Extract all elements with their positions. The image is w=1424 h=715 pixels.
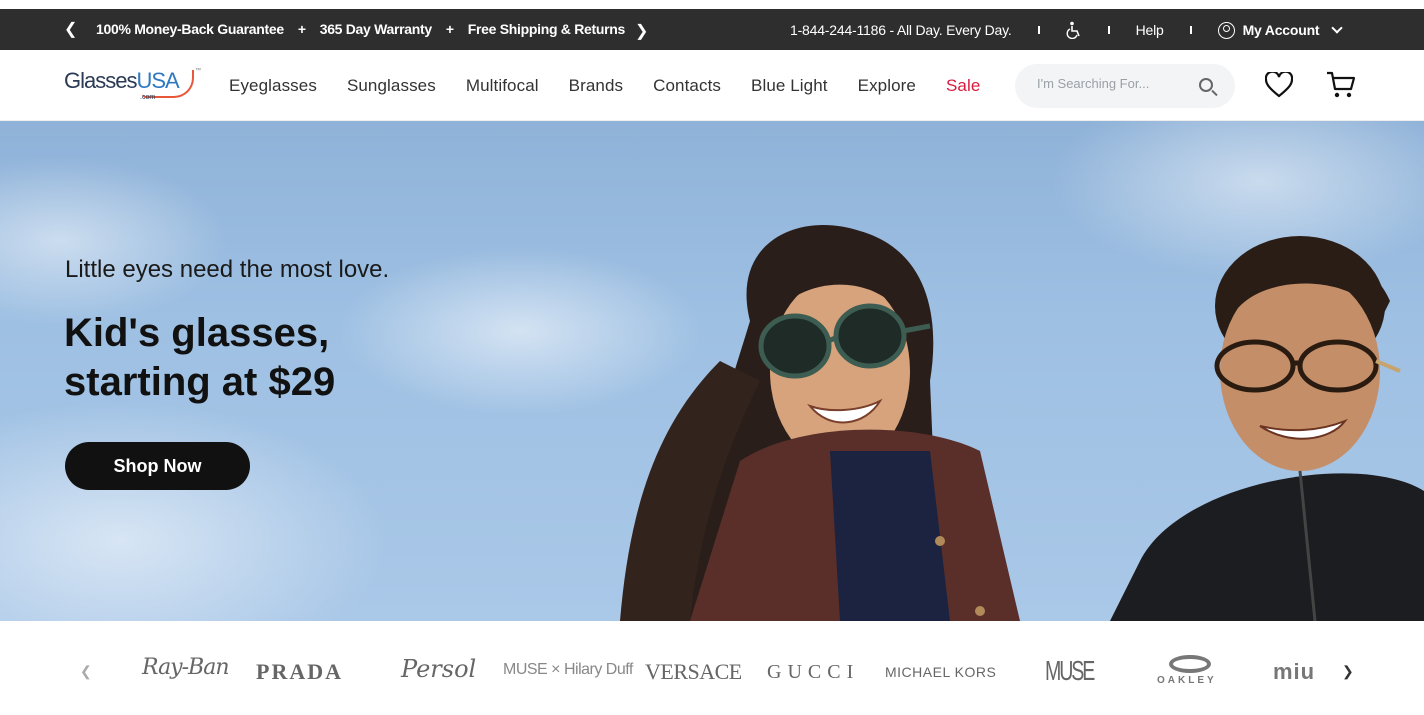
carousel-next-arrow-icon[interactable]: ❯ — [1342, 663, 1354, 680]
phone-number[interactable]: 1-844-244-1186 - All Day. Every Day. — [790, 22, 1012, 38]
nav-sunglasses[interactable]: Sunglasses — [347, 76, 436, 96]
nav-blue-light[interactable]: Blue Light — [751, 76, 828, 96]
hero-title-line: starting at $29 — [64, 360, 336, 404]
logo-trademark: ™ — [195, 68, 201, 74]
hero-title-line: Kid's glasses, — [64, 311, 330, 355]
plus-separator-icon: + — [297, 21, 306, 37]
cart-icon[interactable] — [1326, 71, 1356, 99]
brand-persol[interactable]: Persol — [401, 655, 476, 683]
user-icon — [1217, 21, 1235, 39]
promo-message: 365 Day Warranty — [319, 21, 432, 37]
chevron-down-icon — [1331, 21, 1344, 34]
brand-rayban[interactable]: Ray-Ban — [142, 655, 229, 680]
shop-now-button[interactable]: Shop Now — [65, 442, 250, 490]
nav-eyeglasses[interactable]: Eyeglasses — [229, 76, 317, 96]
search-icon[interactable] — [1199, 78, 1213, 92]
brand-versace[interactable]: VERSACE — [645, 659, 742, 685]
main-nav: Eyeglasses Sunglasses Multifocal Brands … — [229, 76, 980, 96]
utility-links: 1-844-244-1186 - All Day. Every Day. Hel… — [790, 21, 1344, 39]
brand-michael-kors[interactable]: MICHAEL KORS — [885, 664, 996, 680]
main-header: GlassesUSA .com ™ Eyeglasses Sunglasses … — [0, 50, 1424, 121]
search-box — [1015, 64, 1235, 108]
divider — [1037, 26, 1040, 34]
promo-bar: ❮ 100% Money-Back Guarantee + 365 Day Wa… — [0, 9, 1424, 50]
nav-contacts[interactable]: Contacts — [653, 76, 721, 96]
top-edge — [0, 0, 1424, 9]
promo-messages: 100% Money-Back Guarantee + 365 Day Warr… — [96, 21, 625, 37]
brand-miu-miu[interactable]: miu — [1273, 659, 1315, 685]
my-account-button[interactable]: My Account — [1217, 21, 1344, 39]
promo-message: 100% Money-Back Guarantee — [96, 21, 284, 37]
nav-sale[interactable]: Sale — [946, 76, 980, 96]
logo-suffix: .com — [140, 94, 156, 101]
help-link[interactable]: Help — [1136, 22, 1164, 38]
promo-prev-arrow-icon[interactable]: ❮ — [64, 19, 77, 39]
hero-title: Kid's glasses, starting at $29 — [64, 309, 484, 407]
accessibility-icon[interactable] — [1066, 21, 1082, 39]
divider — [1107, 26, 1110, 34]
oakley-logo-icon — [1169, 655, 1211, 673]
promo-next-arrow-icon[interactable]: ❯ — [635, 21, 648, 41]
logo-text: Glasses — [64, 68, 137, 93]
brand-prada[interactable]: PRADA — [256, 659, 343, 685]
brand-carousel: ❮ Ray-Ban PRADA Persol MUSE × Hilary Duf… — [0, 621, 1424, 715]
my-account-label: My Account — [1242, 22, 1320, 38]
brand-gucci[interactable]: GUCCI — [767, 661, 859, 684]
hero-tagline: Little eyes need the most love. — [65, 256, 390, 283]
divider — [1189, 26, 1192, 34]
hero-photo — [620, 225, 1424, 621]
nav-brands[interactable]: Brands — [569, 76, 623, 96]
brand-oakley-label: OAKLEY — [1157, 675, 1217, 686]
brand-muse[interactable]: MUSE — [1045, 655, 1095, 687]
brand-muse-hilary-duff[interactable]: MUSE × Hilary Duff — [503, 661, 633, 679]
carousel-prev-arrow-icon[interactable]: ❮ — [80, 663, 92, 680]
brand-oakley[interactable]: OAKLEY — [1155, 655, 1227, 689]
hero-banner: Little eyes need the most love. Kid's gl… — [0, 121, 1424, 621]
nav-explore[interactable]: Explore — [858, 76, 916, 96]
plus-separator-icon: + — [445, 21, 454, 37]
promo-message: Free Shipping & Returns — [467, 21, 626, 37]
nav-multifocal[interactable]: Multifocal — [466, 76, 539, 96]
glassesusa-logo[interactable]: GlassesUSA .com ™ — [64, 68, 201, 104]
heart-icon[interactable] — [1265, 72, 1293, 98]
search-input[interactable] — [1037, 76, 1197, 91]
